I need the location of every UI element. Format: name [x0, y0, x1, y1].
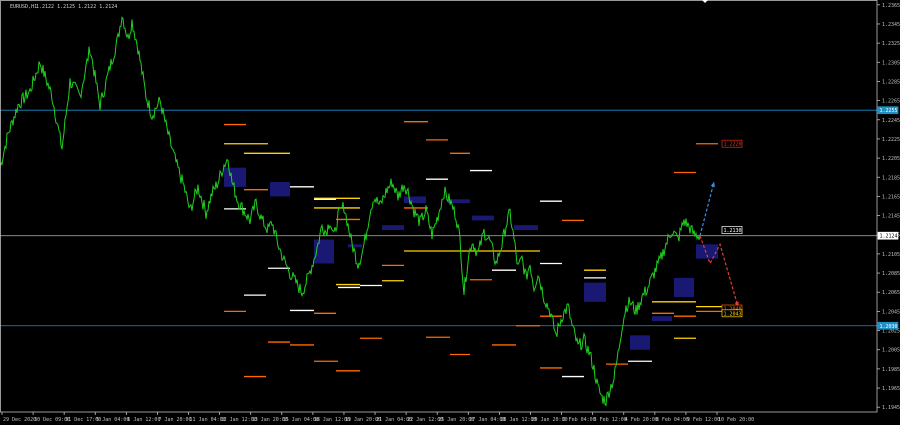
y-tick-label: 1.2185 — [882, 175, 900, 181]
zone-box — [630, 335, 650, 350]
price-line — [0, 16, 701, 407]
price-chart[interactable]: 1.2365 1.2345 1.2325 1.2305 1.2285 1.2265 1.22… — [0, 0, 900, 425]
chart-ohlc-label: 1.2122 1.2125 1.2122 1.2124 — [36, 4, 117, 10]
shift-marker-icon — [702, 0, 708, 3]
blue-arrowhead — [710, 182, 715, 187]
y-tick-label: 1.2045 — [882, 309, 900, 315]
zone-box — [584, 282, 606, 302]
x-tick-label: 6 Jan 12:00 — [127, 417, 160, 423]
zone-box — [224, 167, 246, 187]
zone-box — [348, 244, 362, 248]
y-tick-label: 1.2205 — [882, 156, 900, 162]
y-tick-label: 1.2165 — [882, 194, 900, 200]
price-tag-label: 1.2030 — [880, 324, 898, 330]
price-tags-layer: 1.22551.21241.20301.22201.21301.20481.20… — [721, 106, 899, 330]
price-tag-label: 1.2124 — [880, 234, 898, 240]
y-tick-label: 1.2305 — [882, 60, 900, 66]
y-tick-label: 1.2245 — [882, 118, 900, 124]
zone-box — [472, 215, 494, 221]
x-tick-label: 29 Dec 2020 — [3, 417, 36, 423]
zone-box — [270, 182, 290, 197]
zone-box — [382, 225, 404, 230]
y-tick-label: 1.2365 — [882, 3, 900, 9]
y-tick-label: 1.1945 — [882, 405, 900, 411]
zone-box — [514, 225, 538, 230]
zones-layer — [224, 167, 718, 350]
zone-box — [314, 239, 334, 264]
axis-layer: 1.2365 1.2345 1.2325 1.2305 1.2285 1.2265 1.22… — [0, 0, 900, 423]
x-tick-label: 3 Feb 12:00 — [594, 417, 627, 423]
y-tick-label: 1.1965 — [882, 386, 900, 392]
price-tag-label: 1.2043 — [724, 311, 742, 317]
zone-box — [674, 277, 694, 298]
chart-window: 1.2365 1.2345 1.2325 1.2305 1.2285 1.2265 1.22… — [0, 0, 900, 425]
x-tick-label: 2 Feb 04:00 — [563, 417, 596, 423]
x-tick-label: 9 Feb 12:00 — [687, 417, 720, 423]
x-tick-label: 10 Feb 20:00 — [718, 417, 754, 423]
price-layer — [0, 16, 701, 407]
y-tick-label: 1.2105 — [882, 252, 900, 258]
x-tick-label: 4 Feb 20:00 — [625, 417, 658, 423]
x-tick-label: 7 Jan 20:00 — [158, 417, 191, 423]
x-tick-label: 5 Jan 04:00 — [96, 417, 129, 423]
y-tick-label: 1.2085 — [882, 271, 900, 277]
y-tick-label: 1.2145 — [882, 214, 900, 220]
y-tick-label: 1.2325 — [882, 41, 900, 47]
y-tick-label: 1.2065 — [882, 290, 900, 296]
y-tick-label: 1.2345 — [882, 22, 900, 28]
price-tag-label: 1.2220 — [724, 142, 742, 148]
y-tick-label: 1.2285 — [882, 79, 900, 85]
zone-box — [652, 316, 672, 321]
y-tick-label: 1.1985 — [882, 367, 900, 373]
chart-symbol-label: EURUSD,H1 — [10, 4, 37, 10]
zone-box — [404, 196, 426, 204]
price-tag-label: 1.2130 — [724, 228, 742, 234]
y-tick-label: 1.2225 — [882, 137, 900, 143]
plot-frame — [0, 0, 878, 413]
price-tag-label: 1.2255 — [880, 108, 898, 114]
x-tick-label: 8 Feb 04:00 — [656, 417, 689, 423]
y-tick-label: 1.2005 — [882, 348, 900, 354]
blue-projection-arrow — [699, 181, 715, 236]
y-tick-label: 1.2265 — [882, 99, 900, 105]
